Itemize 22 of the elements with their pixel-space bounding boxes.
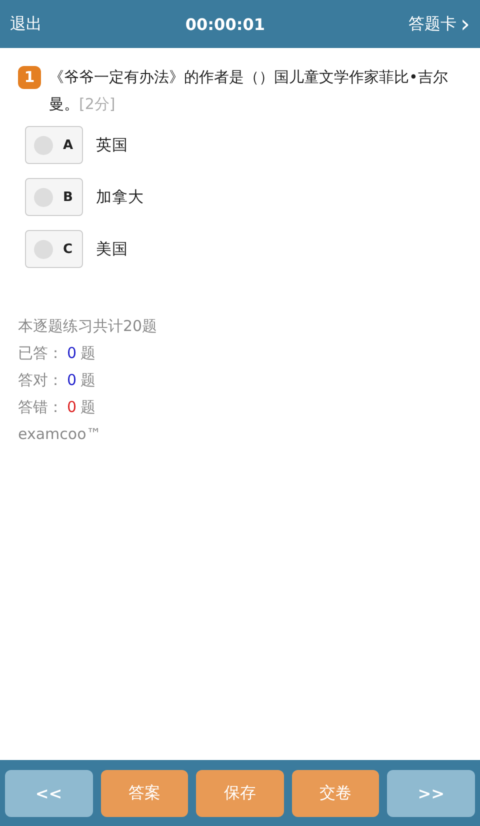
brand-text: examcoo™	[18, 424, 102, 445]
stat-value: 0	[67, 397, 77, 418]
option-button[interactable]: B	[25, 178, 83, 216]
chevron-icon: ›	[460, 12, 470, 36]
question-number: 1	[18, 66, 41, 89]
option-text: 英国	[96, 134, 128, 156]
option-text: 美国	[96, 238, 128, 260]
stat-value: 0	[67, 370, 77, 391]
stat-unit: 题	[80, 343, 96, 364]
option-button[interactable]: C	[25, 230, 83, 268]
option-button[interactable]: A	[25, 126, 83, 164]
stat-label: 已答：	[18, 343, 63, 364]
stat-unit: 题	[80, 397, 96, 418]
stat-value: 0	[67, 343, 77, 364]
stat-label: 答错：	[18, 397, 63, 418]
stat-unit: 题	[80, 370, 96, 391]
question-text: 《爷爷一定有办法》的作者是（）国儿童文学作家菲比•吉尔曼。[2分]	[49, 67, 449, 115]
total-text: 本逐题练习共计20题	[18, 316, 158, 337]
timer: 00:00:01	[185, 14, 265, 34]
option-text: 加拿大	[96, 186, 144, 208]
exit-button[interactable]: 退出	[10, 14, 42, 34]
stat-label: 答对：	[18, 370, 63, 391]
